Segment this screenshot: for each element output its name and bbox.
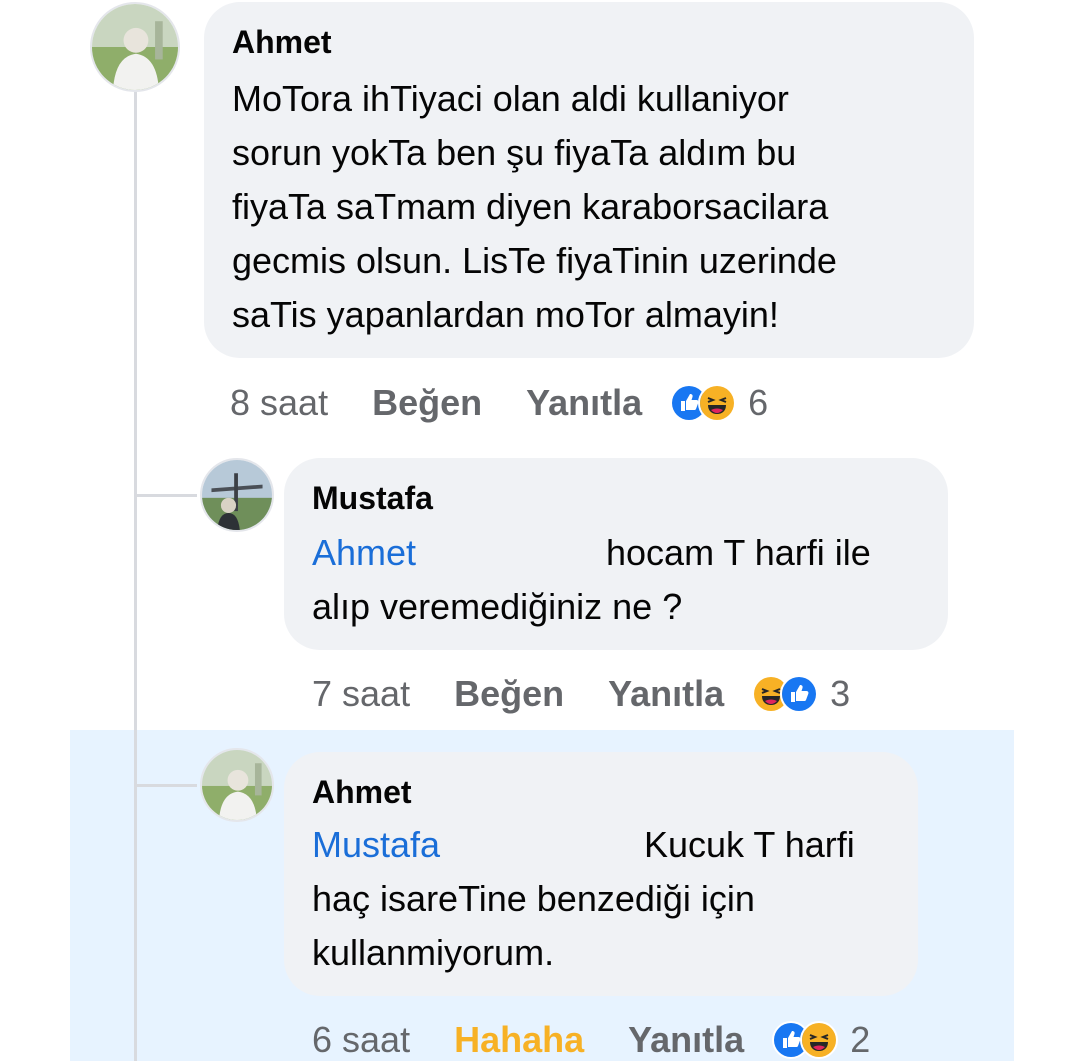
comment-text-line: saTis yapanlardan moTor almayin! xyxy=(232,294,779,335)
comment-actions: 8 saat Beğen Yanıtla 6 xyxy=(230,383,768,423)
comment-text-line: kullanmiyorum. xyxy=(312,932,555,973)
like-button[interactable]: Beğen xyxy=(454,674,564,714)
reaction-summary[interactable]: 2 xyxy=(772,1020,870,1060)
haha-icon xyxy=(800,1021,839,1059)
reaction-count: 6 xyxy=(748,382,769,423)
mention-link[interactable]: Mustafa xyxy=(312,818,440,872)
thread-line xyxy=(134,88,137,1061)
comment-actions: 7 saat Beğen Yanıtla 3 xyxy=(312,674,850,714)
reply-button[interactable]: Yanıtla xyxy=(526,383,642,423)
comment-timestamp[interactable]: 8 saat xyxy=(230,383,328,423)
hahaha-reaction-button[interactable]: Hahaha xyxy=(454,1020,584,1060)
thread-branch xyxy=(137,494,197,497)
comment-actions: 6 saat Hahaha Yanıtla 2 xyxy=(312,1020,870,1060)
avatar-photo xyxy=(202,460,272,530)
comment-author[interactable]: Ahmet xyxy=(232,24,332,60)
thread-branch xyxy=(137,784,197,787)
like-icon xyxy=(780,675,819,713)
avatar[interactable] xyxy=(90,2,180,92)
comment-bubble: Ahmet MoTora ihTiyaci olan aldi kullaniy… xyxy=(204,2,974,358)
comment-text-line: haç isareTine benzediği için xyxy=(312,878,755,919)
comment-text-line: MoTora ihTiyaci olan aldi kullaniyor xyxy=(232,78,789,119)
avatar-photo xyxy=(202,750,272,820)
comment-timestamp[interactable]: 6 saat xyxy=(312,1020,410,1060)
like-button[interactable]: Beğen xyxy=(372,383,482,423)
comment-text-line: alıp veremediğiniz ne ? xyxy=(312,586,683,627)
reaction-summary[interactable]: 3 xyxy=(752,674,850,714)
reply-button[interactable]: Yanıtla xyxy=(608,674,724,714)
reaction-count: 3 xyxy=(830,673,851,714)
comment-text-line: Kucuk T harfi xyxy=(644,824,855,865)
comment-timestamp[interactable]: 7 saat xyxy=(312,674,410,714)
comment-text-line: fiyaTa saTmam diyen karaborsacilara xyxy=(232,186,829,227)
mention-link[interactable]: Ahmet xyxy=(312,526,416,580)
comment-text-line: gecmis olsun. LisTe fiyaTinin uzerinde xyxy=(232,240,837,281)
reply-button[interactable]: Yanıtla xyxy=(628,1020,744,1060)
reaction-summary[interactable]: 6 xyxy=(670,383,768,423)
comment-bubble: Ahmet Mustafa Kucuk T harfi haç isareTin… xyxy=(284,752,918,996)
avatar[interactable] xyxy=(200,458,274,532)
haha-icon xyxy=(698,384,737,422)
avatar-photo xyxy=(92,4,178,90)
avatar[interactable] xyxy=(200,748,274,822)
comment-text-line: sorun yokTa ben şu fiyaTa aldım bu xyxy=(232,132,797,173)
comment-bubble: Mustafa Ahmet hocam T harfi ile alıp ver… xyxy=(284,458,948,650)
comment-text-line: hocam T harfi ile xyxy=(606,532,871,573)
reaction-count: 2 xyxy=(850,1019,871,1060)
comment-author[interactable]: Mustafa xyxy=(312,480,433,516)
comment-author[interactable]: Ahmet xyxy=(312,774,412,810)
